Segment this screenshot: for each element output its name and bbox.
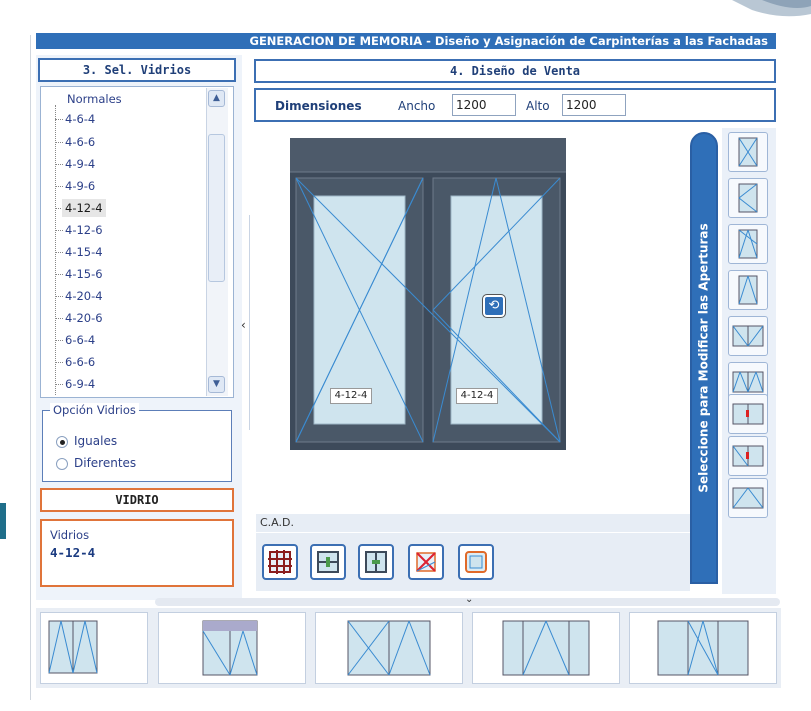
preset-window-5[interactable] [629,612,777,684]
tree-item[interactable]: 4-9-6 [62,177,98,195]
expand-down-icon[interactable]: ⌄ [465,594,473,605]
handle-icon[interactable]: ⟲ [482,294,506,318]
tree-item[interactable]: 4-9-4 [62,155,98,173]
cad-toolbar-header: C.A.D. [256,514,690,532]
tree-item[interactable]: 6-6-4 [62,331,98,349]
tree-item[interactable]: 4-20-6 [62,309,106,327]
glass-option-legend: Opción Vidrios [50,403,139,417]
opening-tilt-turn-icon[interactable] [728,224,768,264]
scroll-thumb[interactable] [208,134,225,282]
opening-fixed-icon[interactable] [728,132,768,172]
opening-double-casement-icon[interactable] [728,316,768,356]
openings-tab-label: Seleccione para Modificar las Aperturas [697,223,712,493]
tree-item-selected[interactable]: 4-12-4 [62,199,106,217]
collapse-left-icon[interactable]: ‹ [241,318,246,332]
glass-option-group [42,410,232,482]
tree-item[interactable]: 4-20-4 [62,287,106,305]
corner-decoration [722,0,811,24]
radio-iguales[interactable] [56,436,68,448]
tree-item[interactable]: 6-6-6 [62,353,98,371]
preset-window-1[interactable] [40,612,148,684]
vidrio-section-title: VIDRIO [40,488,234,512]
height-input[interactable]: 1200 [562,94,626,116]
scroll-down-icon[interactable]: ▼ [208,376,225,393]
height-label: Alto [526,99,550,113]
scroll-up-icon[interactable]: ▲ [208,90,225,107]
vertical-split-icon[interactable] [358,544,394,580]
opening-top-hung-icon[interactable] [728,478,768,518]
tree-item[interactable]: 4-12-6 [62,221,106,239]
radio-diferentes-label[interactable]: Diferentes [74,456,136,470]
tree-item[interactable]: 4-15-6 [62,265,106,283]
app-title: GENERACION DE MEMORIA - Diseño y Asignac… [249,34,768,48]
left-border-line [30,35,31,700]
opening-casement-left-icon[interactable] [728,178,768,218]
radio-diferentes[interactable] [56,458,68,470]
preset-window-3[interactable] [315,612,463,684]
opening-sliding-icon[interactable] [728,394,768,434]
left-sash-glass-label: 4-12-4 [330,388,372,404]
tree-item[interactable]: 4-15-4 [62,243,106,261]
preset-window-4[interactable] [472,612,620,684]
opening-tilt-icon[interactable] [728,270,768,310]
radio-iguales-label[interactable]: Iguales [74,434,117,448]
cad-label: C.A.D. [260,516,294,529]
vidrio-value: 4-12-4 [50,545,96,560]
width-input[interactable]: 1200 [452,94,516,116]
vidrio-label: Vidrios [50,528,90,542]
dimensions-label: Dimensiones [275,99,362,113]
preset-window-2[interactable] [158,612,306,684]
tree-item[interactable]: 4-6-6 [62,133,98,151]
left-edge-marker [0,503,6,539]
openings-tab-label-wrap: Seleccione para Modificar las Aperturas [690,132,718,584]
tree-connector [55,105,56,395]
tree-item[interactable]: 6-9-4 [62,375,98,393]
right-sash-glass-label: 4-12-4 [456,388,498,404]
width-label: Ancho [398,99,436,113]
tree-group-normales[interactable]: Normales [67,92,122,106]
horizontal-split-icon[interactable] [310,544,346,580]
tree-item[interactable]: 4-6-4 [62,110,98,128]
app-title-bar: GENERACION DE MEMORIA - Diseño y Asignac… [36,33,776,49]
grid-tool-icon[interactable] [262,544,298,580]
delete-opening-icon[interactable] [408,544,444,580]
window-design-title: 4. Diseño de Venta [254,59,776,83]
glass-section-title: 3. Sel. Vidrios [38,58,236,82]
opening-sliding-double-icon[interactable] [728,436,768,476]
frame-tool-icon[interactable] [458,544,494,580]
